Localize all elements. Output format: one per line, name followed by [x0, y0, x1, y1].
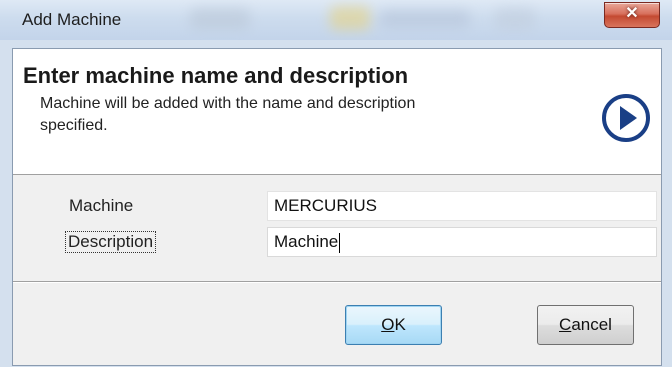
header-description: Machine will be added with the name and …: [40, 95, 416, 134]
machine-label: Machine: [69, 196, 134, 215]
title-bar[interactable]: Add Machine ✕: [0, 0, 672, 40]
close-icon: ✕: [625, 5, 639, 22]
dialog-body: Enter machine name and description Machi…: [12, 48, 662, 366]
ok-button[interactable]: OK: [345, 305, 442, 345]
close-button[interactable]: ✕: [604, 2, 660, 28]
background-blur: [495, 8, 535, 30]
machine-name-value: MERCURIUS: [274, 196, 377, 215]
background-blur: [380, 10, 470, 28]
background-blur: [190, 8, 250, 30]
description-value: Machine: [274, 232, 339, 251]
cancel-button[interactable]: Cancel: [537, 305, 634, 345]
description-label: Description: [65, 231, 157, 253]
window-title: Add Machine: [22, 10, 122, 29]
background-blur: [330, 6, 370, 30]
button-separator: [13, 281, 661, 283]
machine-name-field[interactable]: MERCURIUS: [267, 191, 657, 221]
text-caret: [339, 232, 341, 253]
header-title: Enter machine name and description: [23, 63, 409, 88]
dialog-header: Enter machine name and description Machi…: [13, 49, 661, 175]
description-field[interactable]: Machine: [267, 227, 657, 257]
next-arrow-icon: [602, 94, 650, 142]
